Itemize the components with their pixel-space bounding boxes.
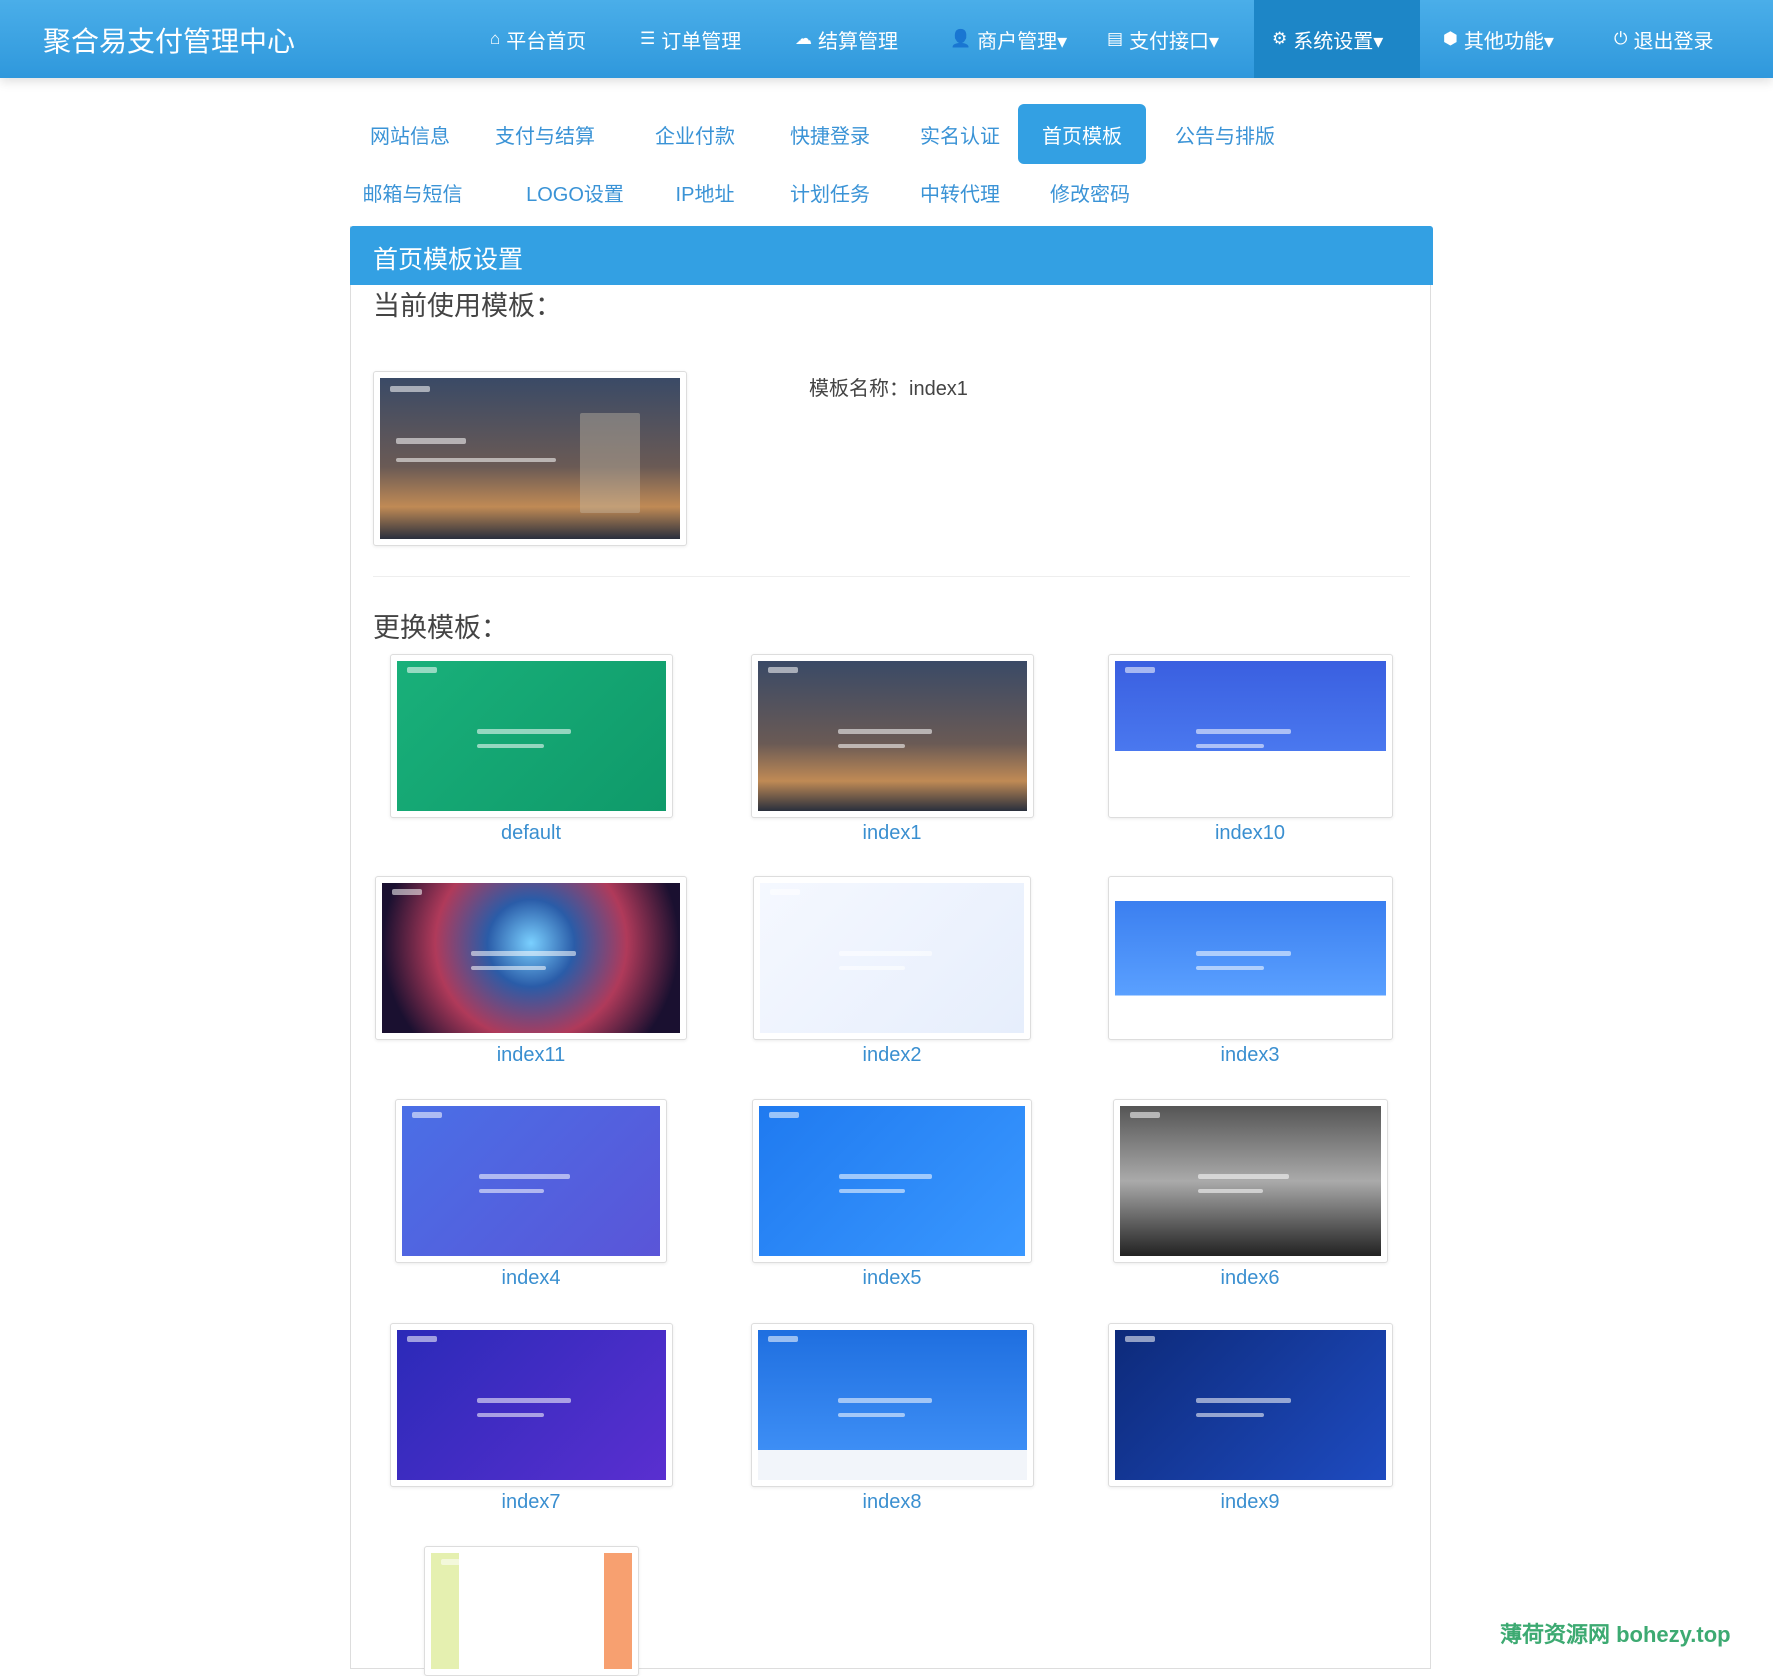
home-icon: ⌂ bbox=[490, 29, 501, 48]
power-icon: ⏻ bbox=[1614, 29, 1628, 48]
template-thumbnail-extra[interactable] bbox=[423, 1546, 639, 1676]
settings-tab-0[interactable]: 网站信息 bbox=[350, 104, 470, 164]
template-name-link[interactable]: index10 bbox=[1100, 822, 1400, 845]
settings-tab-7[interactable]: 邮箱与短信 bbox=[350, 162, 475, 222]
panel-header: 首页模板设置 bbox=[350, 226, 1433, 285]
settings-tab-10[interactable]: 计划任务 bbox=[770, 162, 890, 222]
nav-label: 结算管理 bbox=[818, 30, 898, 53]
settings-tab-2[interactable]: 企业付款 bbox=[630, 104, 760, 164]
settings-tab-12[interactable]: 修改密码 bbox=[1030, 162, 1150, 222]
current-template-name: 模板名称：index1 bbox=[809, 378, 968, 400]
template-name-link[interactable]: index4 bbox=[381, 1267, 681, 1290]
template-thumbnail-index3[interactable] bbox=[1107, 876, 1393, 1040]
credit-card-icon: ▤ bbox=[1107, 29, 1124, 48]
template-name-link[interactable]: index7 bbox=[381, 1491, 681, 1514]
nav-label: 退出登录 bbox=[1633, 30, 1714, 53]
template-settings-panel: 首页模板设置 当前使用模板： 模板名称：index1 更换模板： default… bbox=[350, 226, 1433, 1676]
template-thumbnail-index2[interactable] bbox=[753, 876, 1031, 1040]
nav-label: 支付接口▾ bbox=[1129, 30, 1220, 53]
nav-item-3[interactable]: 👤 商户管理▾ bbox=[932, 0, 1085, 78]
template-name-link[interactable]: index2 bbox=[742, 1044, 1042, 1067]
template-thumbnail-index9[interactable] bbox=[1107, 1323, 1393, 1487]
cloud-icon: ☁ bbox=[795, 29, 812, 48]
nav-label: 商户管理▾ bbox=[977, 30, 1068, 53]
template-thumbnail-index10[interactable] bbox=[1107, 654, 1393, 818]
settings-tab-3[interactable]: 快捷登录 bbox=[765, 104, 895, 164]
nav-item-2[interactable]: ☁ 结算管理 bbox=[777, 0, 916, 78]
change-template-label: 更换模板： bbox=[373, 613, 508, 643]
template-name-link[interactable]: index8 bbox=[742, 1491, 1042, 1514]
nav-item-1[interactable]: ☰ 订单管理 bbox=[622, 0, 759, 78]
top-navbar: 聚合易支付管理中心 ⌂ 平台首页 ☰ 订单管理 ☁ 结算管理 👤 商户管理▾ ▤ 支付接口▾ ⚙ 系统… bbox=[0, 0, 1773, 78]
template-thumbnail-index6[interactable] bbox=[1112, 1099, 1388, 1263]
template-thumbnail-default[interactable] bbox=[389, 654, 673, 818]
template-thumbnail-index4[interactable] bbox=[395, 1099, 667, 1263]
template-thumbnail-index1[interactable] bbox=[750, 654, 1034, 818]
template-thumbnail-index5[interactable] bbox=[752, 1099, 1032, 1263]
nav-label: 其他功能▾ bbox=[1463, 30, 1554, 53]
nav-item-7[interactable]: ⏻ 退出登录 bbox=[1596, 0, 1731, 78]
cube-icon: ⬢ bbox=[1443, 29, 1458, 48]
template-name-link[interactable]: index6 bbox=[1100, 1267, 1400, 1290]
app-title[interactable]: 聚合易支付管理中心 bbox=[43, 20, 295, 60]
template-name-link[interactable]: index11 bbox=[381, 1044, 681, 1067]
watermark: 薄荷资源网 bohezy.top bbox=[1500, 1622, 1731, 1647]
template-thumbnail-index11[interactable] bbox=[375, 876, 687, 1040]
settings-tab-9[interactable]: IP地址 bbox=[650, 162, 760, 222]
settings-tab-8[interactable]: LOGO设置 bbox=[505, 162, 645, 222]
template-thumbnail-index8[interactable] bbox=[750, 1323, 1034, 1487]
gear-icon: ⚙ bbox=[1272, 29, 1288, 48]
nav-item-5[interactable]: ⚙ 系统设置▾ bbox=[1254, 0, 1420, 78]
nav-item-6[interactable]: ⬢ 其他功能▾ bbox=[1425, 0, 1572, 78]
panel-title: 首页模板设置 bbox=[373, 246, 524, 274]
current-template-thumbnail bbox=[373, 371, 687, 546]
nav-item-0[interactable]: ⌂ 平台首页 bbox=[472, 0, 604, 78]
list-icon: ☰ bbox=[640, 29, 656, 48]
nav-label: 平台首页 bbox=[506, 30, 587, 53]
template-name-link[interactable]: default bbox=[381, 822, 681, 845]
settings-tab-6[interactable]: 公告与排版 bbox=[1155, 104, 1295, 164]
nav-label: 订单管理 bbox=[661, 30, 742, 53]
divider bbox=[373, 576, 1410, 577]
settings-tab-11[interactable]: 中转代理 bbox=[900, 162, 1020, 222]
template-name-link[interactable]: index3 bbox=[1100, 1044, 1400, 1067]
settings-tab-1[interactable]: 支付与结算 bbox=[475, 104, 615, 164]
user-icon: 👤 bbox=[950, 29, 972, 48]
nav-item-4[interactable]: ▤ 支付接口▾ bbox=[1089, 0, 1237, 78]
template-name-link[interactable]: index1 bbox=[742, 822, 1042, 845]
current-template-label: 当前使用模板： bbox=[373, 291, 562, 321]
settings-tab-4[interactable]: 实名认证 bbox=[895, 104, 1025, 164]
template-name-link[interactable]: index9 bbox=[1100, 1491, 1400, 1514]
template-name-link[interactable]: index5 bbox=[742, 1267, 1042, 1290]
settings-tab-5[interactable]: 首页模板 bbox=[1018, 104, 1146, 164]
template-thumbnail-index7[interactable] bbox=[389, 1323, 673, 1487]
nav-label: 系统设置▾ bbox=[1293, 30, 1384, 53]
